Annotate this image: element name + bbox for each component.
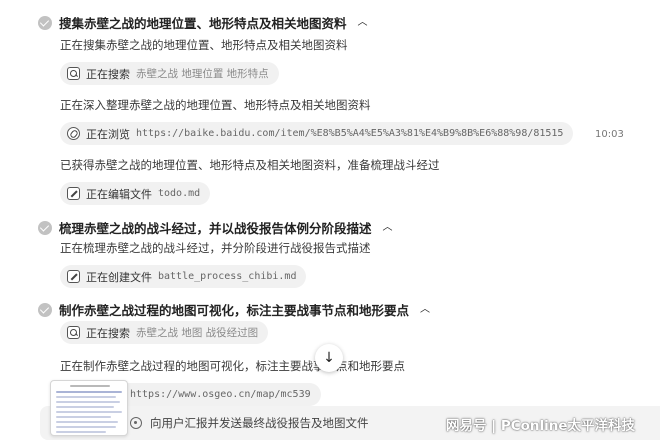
step-text: 正在梳理赤壁之战的战斗经过，并分阶段进行战役报告式描述	[60, 241, 371, 255]
chevron-up-icon[interactable]: ︿	[383, 222, 393, 233]
chevron-up-icon[interactable]: ︿	[358, 17, 368, 28]
edit-icon	[67, 187, 80, 200]
chevron-up-icon[interactable]: ︿	[420, 304, 430, 315]
search-icon	[67, 67, 80, 80]
chip-query: 赤壁之战 地理位置 地形特点	[136, 68, 269, 80]
chip-action: 正在编辑文件	[86, 187, 152, 201]
current-task-status: 向用户汇报并发送最终战役报告及地图文件	[150, 416, 369, 430]
step-timestamp: 10:03	[595, 129, 624, 140]
edit-icon	[67, 270, 80, 283]
step-text: 已获得赤壁之战的地理位置、地形特点及相关地图资料，准备梳理战斗经过	[60, 158, 440, 172]
search-step-chip[interactable]: 正在搜索 赤壁之战 地理位置 地形特点	[60, 62, 279, 85]
scroll-to-bottom-button[interactable]: ↓	[315, 344, 343, 372]
watermark: 网易号 | PConline太平洋科技	[446, 418, 636, 434]
chip-url: https://www.osgeo.cn/map/mc539	[130, 389, 311, 400]
task-title: 梳理赤壁之战的战斗经过，并以战役报告体例分阶段描述	[59, 221, 372, 236]
task-title: 搜集赤壁之战的地理位置、地形特点及相关地图资料	[59, 16, 347, 31]
check-circle-icon	[38, 302, 52, 317]
chip-action: 正在搜索	[86, 326, 130, 340]
task-title: 制作赤壁之战过程的地图可视化，标注主要战事节点和地形要点	[59, 303, 410, 318]
chip-filename: todo.md	[158, 188, 201, 199]
arrow-down-icon: ↓	[323, 350, 335, 366]
task-header-1[interactable]: 搜集赤壁之战的地理位置、地形特点及相关地图资料 ︿	[38, 13, 368, 32]
step-text: 正在深入整理赤壁之战的地理位置、地形特点及相关地图资料	[60, 98, 371, 112]
step-text: 正在制作赤壁之战过程的地图可视化，标注主要战事节点和地形要点	[60, 359, 405, 373]
search-step-chip[interactable]: 正在搜索 赤壁之战 地图 战役经过图	[60, 321, 269, 344]
chip-url: https://baike.baidu.com/item/%E8%B5%A4%E…	[136, 128, 564, 139]
create-file-chip[interactable]: 正在创建文件 battle_process_chibi.md	[60, 265, 307, 288]
chip-action: 正在浏览	[86, 127, 130, 141]
target-icon	[130, 417, 142, 429]
browse-icon	[67, 127, 80, 140]
step-text: 正在搜集赤壁之战的地理位置、地形特点及相关地图资料	[60, 38, 348, 52]
check-circle-icon	[38, 220, 52, 235]
agent-progress-panel: 搜集赤壁之战的地理位置、地形特点及相关地图资料 ︿ 正在搜集赤壁之战的地理位置、…	[0, 0, 660, 444]
chip-action: 正在创建文件	[86, 270, 152, 284]
search-icon	[67, 326, 80, 339]
task-header-2[interactable]: 梳理赤壁之战的战斗经过，并以战役报告体例分阶段描述 ︿	[38, 218, 393, 237]
chip-filename: battle_process_chibi.md	[158, 271, 297, 282]
chip-action: 正在搜索	[86, 67, 130, 81]
browse-step-chip[interactable]: 正在浏览 https://baike.baidu.com/item/%E8%B5…	[60, 122, 574, 145]
document-thumbnail[interactable]	[50, 380, 128, 436]
chip-query: 赤壁之战 地图 战役经过图	[136, 327, 259, 339]
check-circle-icon	[38, 15, 52, 30]
task-header-3[interactable]: 制作赤壁之战过程的地图可视化，标注主要战事节点和地形要点 ︿	[38, 300, 430, 319]
edit-file-chip[interactable]: 正在编辑文件 todo.md	[60, 182, 211, 205]
